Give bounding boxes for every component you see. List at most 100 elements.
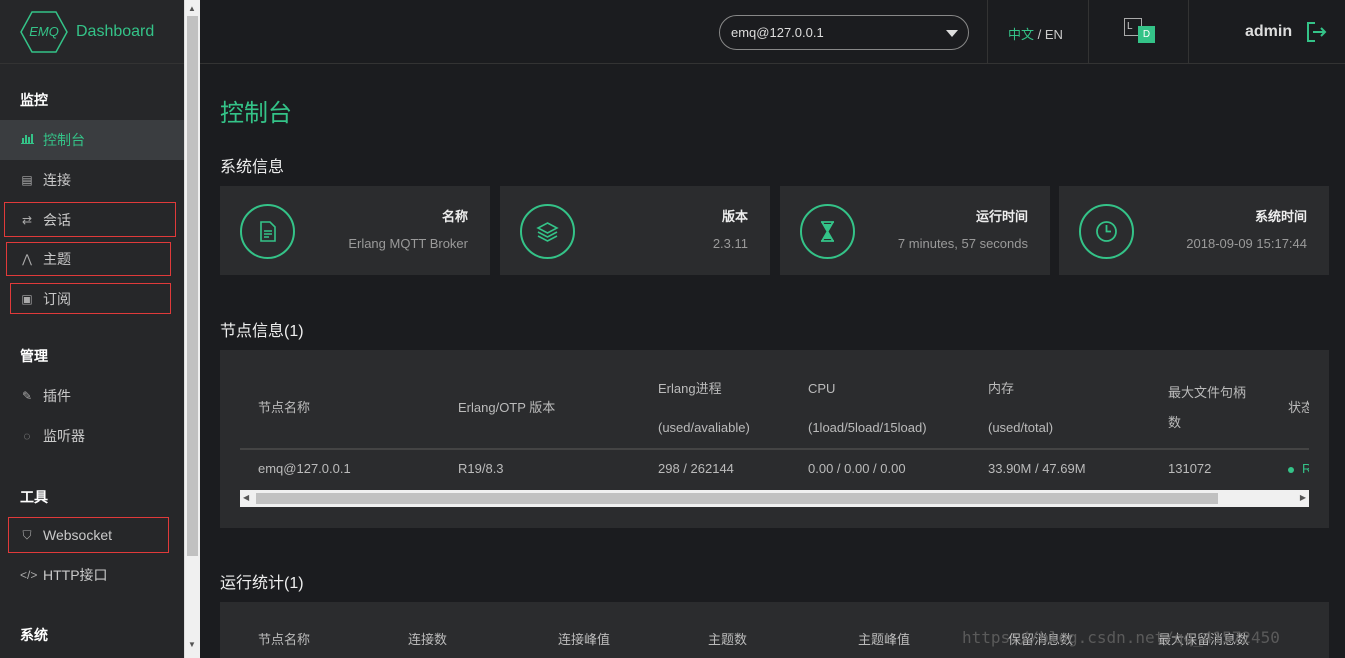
card-label: 版本 — [721, 209, 748, 224]
caret-down-icon — [946, 30, 958, 37]
scroll-right-arrow-icon[interactable]: ▶ — [1300, 493, 1306, 502]
node-select[interactable]: emq@127.0.0.1 — [719, 15, 969, 50]
column-header: 内存 — [988, 381, 1015, 396]
theme-dark: D — [1138, 26, 1155, 43]
scroll-left-arrow-icon[interactable]: ◀ — [243, 493, 249, 502]
language-switch[interactable]: 中文 / EN — [1008, 24, 1063, 43]
nodes-table-panel: 节点名称 Erlang/OTP 版本 Erlang进程 (used/avalia… — [220, 350, 1329, 528]
column-header: CPU — [808, 381, 836, 396]
logout-icon[interactable] — [1306, 21, 1328, 48]
sidebar-item-label: 控制台 — [43, 132, 85, 148]
header-divider — [987, 0, 988, 64]
sidebar-item-label: 连接 — [43, 172, 71, 188]
section-title-stats: 运行统计(1) — [220, 575, 304, 592]
info-card-uptime: 运行时间 7 minutes, 57 seconds — [780, 186, 1050, 275]
sidebar-scrollbar[interactable]: ▲ ▼ — [184, 0, 200, 658]
card-value: 7 minutes, 57 seconds — [897, 236, 1028, 251]
sidebar-item-subscriptions[interactable]: ▣ 订阅 — [10, 283, 171, 314]
lang-separator: / — [1034, 27, 1045, 42]
lang-en[interactable]: EN — [1045, 27, 1063, 42]
sidebar-item-label: 监听器 — [43, 428, 85, 444]
card-value: 2.3.11 — [712, 236, 748, 251]
hourglass-icon — [800, 204, 855, 259]
html5-icon: ⛉ — [22, 527, 32, 542]
column-header: (used/total) — [988, 420, 1054, 435]
plug-icon: ✎ — [21, 389, 33, 403]
file-icon — [240, 204, 295, 259]
lang-zh[interactable]: 中文 — [1008, 27, 1034, 42]
card-label: 名称 — [441, 209, 468, 224]
scroll-up-arrow-icon[interactable]: ▲ — [188, 4, 196, 13]
sidebar-item-topics[interactable]: ⋀ 主题 — [6, 242, 171, 276]
status-dot-icon — [1288, 466, 1294, 473]
header-divider — [1088, 0, 1089, 64]
listener-icon: ◌ — [23, 429, 31, 443]
info-card-version: 版本 2.3.11 — [500, 186, 770, 275]
card-value: Erlang MQTT Broker — [348, 236, 468, 251]
column-header: 节点名称 — [258, 400, 311, 415]
info-card-name: 名称 Erlang MQTT Broker — [220, 186, 490, 275]
column-header: 主题峰值 — [858, 632, 911, 647]
info-card-system-time: 系统时间 2018-09-09 15:17:44 — [1059, 186, 1329, 275]
theme-toggle-icon[interactable]: L D — [1124, 18, 1158, 46]
main-content: 控制台 系统信息 名称 Erlang MQTT Broker 版本 2.3.11… — [200, 65, 1345, 658]
column-header: 连接数 — [408, 632, 448, 647]
sidebar-item-plugins[interactable]: ✎ 插件 — [0, 376, 184, 416]
column-header: (1load/5load/15load) — [808, 420, 927, 435]
sidebar-item-label: 主题 — [43, 251, 71, 267]
table-cell: emq@127.0.0.1 — [258, 461, 351, 476]
column-header: 数 — [1168, 415, 1182, 430]
nav-group-monitor: 监控 — [20, 92, 48, 108]
node-select-value: emq@127.0.0.1 — [731, 25, 824, 40]
username[interactable]: admin — [1245, 23, 1292, 41]
column-header: 状态 — [1288, 400, 1309, 415]
bar-chart-icon — [20, 133, 34, 147]
sidebar-item-connections[interactable]: ▤ 连接 — [0, 160, 184, 200]
sidebar-item-label: 订阅 — [43, 290, 71, 307]
table-cell: 0.00 / 0.00 / 0.00 — [808, 461, 906, 476]
sidebar-item-sessions[interactable]: ⇄ 会话 — [4, 202, 176, 237]
sidebar-item-listeners[interactable]: ◌ 监听器 — [0, 416, 184, 456]
column-header: 最大文件句柄 — [1168, 385, 1247, 400]
chip-icon: ▤ — [21, 173, 33, 187]
emq-logo-icon: EMQ — [20, 10, 68, 53]
sidebar: EMQ Dashboard 监控 控制台 ▤ 连接 ⇄ 会话 ⋀ 主题 ▣ 订阅… — [0, 0, 184, 658]
sidebar-item-console[interactable]: 控制台 — [0, 120, 184, 160]
header-divider — [1188, 0, 1189, 64]
brand-name: Dashboard — [76, 22, 155, 40]
table-cell: 131072 — [1168, 461, 1212, 476]
top-header: emq@127.0.0.1 中文 / EN L D admin — [200, 0, 1345, 64]
code-icon: </> — [20, 568, 38, 582]
scrollbar-thumb[interactable] — [256, 493, 1218, 504]
nav-group-tools: 工具 — [20, 489, 48, 505]
card-label: 运行时间 — [975, 209, 1028, 224]
column-header: Erlang/OTP 版本 — [458, 400, 556, 415]
table-cell: 33.90M / 47.69M — [988, 461, 1086, 476]
sidebar-item-http-api[interactable]: </> HTTP接口 — [0, 555, 184, 595]
layers-icon — [520, 204, 575, 259]
table-cell: R19/8.3 — [458, 461, 504, 476]
table-horizontal-scrollbar[interactable]: ◀ ▶ — [240, 490, 1309, 507]
sidebar-item-label: HTTP接口 — [43, 567, 108, 583]
sidebar-item-websocket[interactable]: ⛉ Websocket — [8, 517, 169, 553]
sidebar-item-label: 插件 — [43, 388, 71, 404]
nav-group-manage: 管理 — [20, 348, 48, 364]
card-label: 系统时间 — [1254, 209, 1307, 224]
scrollbar-thumb[interactable] — [187, 16, 198, 556]
status-badge: R — [1288, 461, 1309, 476]
column-header: 节点名称 — [258, 632, 311, 647]
table-cell: 298 / 262144 — [658, 461, 734, 476]
column-header: (used/avaliable) — [658, 420, 750, 435]
topic-icon: ⋀ — [22, 252, 32, 266]
exchange-icon: ⇄ — [21, 212, 33, 227]
status-text: R — [1302, 461, 1309, 476]
section-title-system-info: 系统信息 — [220, 159, 285, 176]
column-header: Erlang进程 — [658, 381, 722, 396]
watermark: https://blog.csdn.net/qq_41572450 — [962, 628, 1280, 647]
page-title: 控制台 — [220, 100, 292, 127]
section-title-nodes: 节点信息(1) — [220, 323, 304, 340]
scroll-down-arrow-icon[interactable]: ▼ — [188, 640, 196, 649]
rss-icon: ▣ — [21, 291, 33, 306]
logo-area[interactable]: EMQ Dashboard — [0, 0, 184, 64]
card-value: 2018-09-09 15:17:44 — [1186, 236, 1307, 251]
